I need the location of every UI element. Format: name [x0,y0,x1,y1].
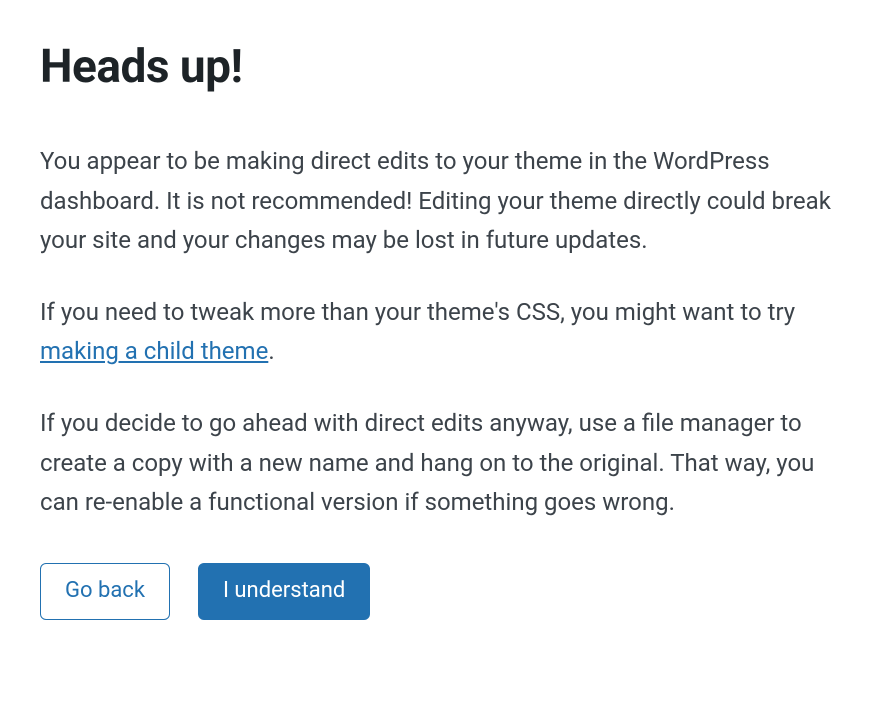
paragraph-2-text-before: If you need to tweak more than your them… [40,298,795,326]
child-theme-link[interactable]: making a child theme [40,337,268,365]
warning-heading: Heads up! [40,40,842,94]
paragraph-2-text-after: . [268,337,274,365]
understand-button[interactable]: I understand [198,563,370,620]
warning-paragraph-2: If you need to tweak more than your them… [40,293,842,372]
dialog-button-row: Go back I understand [40,563,842,620]
warning-paragraph-1: You appear to be making direct edits to … [40,142,842,261]
warning-paragraph-3: If you decide to go ahead with direct ed… [40,404,842,523]
go-back-button[interactable]: Go back [40,563,170,620]
